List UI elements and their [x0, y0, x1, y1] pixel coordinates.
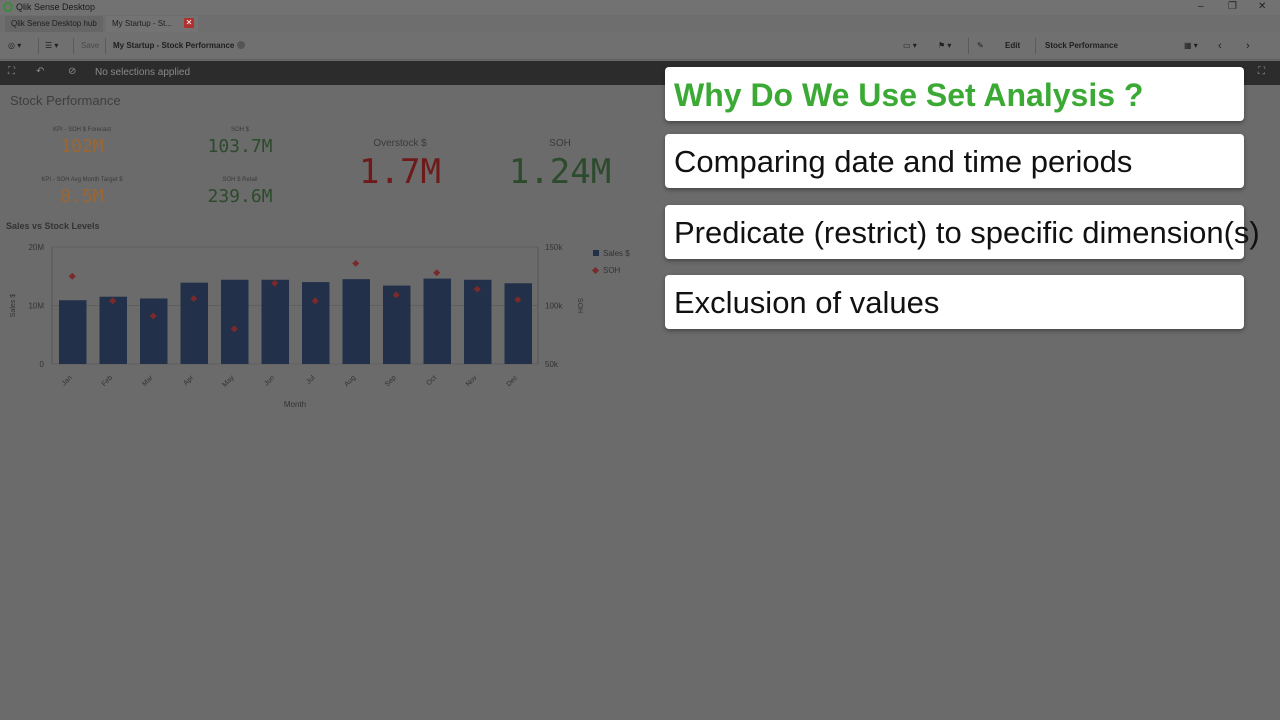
fullscreen-icon[interactable]: ⛶: [1258, 66, 1265, 77]
tab-label: Qlik Sense Desktop hub: [11, 19, 97, 28]
x-tick-label: Jan: [61, 374, 74, 387]
y-axis-title: Sales $: [10, 294, 17, 317]
tab-label: My Startup - St...: [112, 19, 173, 28]
tab-bar: Qlik Sense Desktop hub My Startup - St..…: [0, 15, 1280, 32]
minimize-icon[interactable]: –: [1198, 1, 1204, 12]
sheet-name: Stock Performance: [1045, 41, 1118, 50]
kpi-value[interactable]: 102M: [32, 136, 132, 157]
window-title: Qlik Sense Desktop: [16, 2, 96, 12]
x-tick-label: Dec: [505, 374, 519, 388]
previous-sheet-icon[interactable]: ‹: [1218, 39, 1222, 53]
x-tick-label: Nov: [465, 374, 479, 388]
overlay-point-card: Comparing date and time periods: [665, 134, 1244, 188]
x-tick-label: Aug: [343, 374, 357, 388]
next-sheet-icon[interactable]: ›: [1246, 39, 1250, 53]
kpi-value[interactable]: 1.24M: [495, 152, 625, 192]
overlay-heading-card: Why Do We Use Set Analysis ?: [665, 67, 1244, 121]
x-tick-label: May: [221, 374, 236, 389]
global-menu-button[interactable]: ☰ ▾: [45, 39, 58, 53]
legend-label-sales: Sales $: [603, 249, 630, 258]
bar-sales: [221, 279, 249, 364]
tab-hub[interactable]: Qlik Sense Desktop hub: [5, 16, 103, 32]
sheet-title: Stock Performance: [10, 93, 121, 108]
x-tick-label: Feb: [101, 374, 115, 388]
y-tick-label: 10M: [28, 302, 44, 311]
bar-sales: [342, 279, 370, 364]
kpi-value[interactable]: 239.6M: [190, 186, 290, 207]
bar-sales: [504, 283, 532, 364]
x-tick-label: Jun: [263, 374, 276, 387]
x-tick-label: Jul: [305, 374, 317, 386]
overlay-point: Exclusion of values: [674, 285, 940, 320]
kpi-value[interactable]: 103.7M: [190, 136, 290, 157]
selection-status: No selections applied: [95, 67, 191, 78]
divider: [38, 38, 39, 54]
step-back-icon[interactable]: ↶: [36, 66, 44, 77]
overlay-point-card: Predicate (restrict) to specific dimensi…: [665, 205, 1260, 259]
overlay-point-card: Exclusion of values: [665, 275, 1244, 329]
soh-marker: [68, 272, 76, 280]
bar-sales: [59, 300, 87, 364]
x-tick-label: Mar: [141, 374, 155, 388]
kpi-label: SOH $ Retail: [222, 177, 258, 183]
clear-selections-icon[interactable]: ⊘: [68, 66, 76, 77]
navigation-menu-button[interactable]: ◎ ▾: [8, 39, 21, 53]
status-dot-icon: [237, 41, 246, 49]
soh-marker: [352, 259, 360, 267]
divider: [73, 38, 74, 54]
legend-label-soh: SOH: [603, 266, 621, 275]
pencil-icon[interactable]: ✎: [977, 39, 984, 53]
save-button[interactable]: Save: [81, 39, 99, 53]
bar-sales: [302, 282, 330, 364]
kpi-value[interactable]: 8.5M: [32, 186, 132, 207]
sheets-button[interactable]: ▦ ▾: [1184, 39, 1198, 53]
y-tick-label: 20M: [28, 243, 44, 252]
bar-sales: [261, 279, 289, 364]
app-title: My Startup - Stock Performance: [113, 39, 246, 53]
chart-title: Sales vs Stock Levels: [6, 221, 100, 231]
bar-sales: [423, 278, 451, 364]
overlay-point: Predicate (restrict) to specific dimensi…: [674, 215, 1260, 250]
sales-vs-stock-chart[interactable]: 0 10M 20M 50k 100k 150k Jan Feb Mar Apr May Jun Jul A…: [0, 235, 640, 415]
app-title-text: My Startup - Stock Performance: [113, 41, 235, 50]
legend-swatch-soh: [591, 266, 600, 275]
soh-marker: [433, 269, 441, 277]
tab-app[interactable]: My Startup - St... ✕: [106, 16, 198, 32]
x-tick-label: Apr: [183, 374, 196, 387]
bar-sales: [99, 296, 127, 364]
x-tick-label: Sep: [384, 374, 398, 388]
overlay-heading: Why Do We Use Set Analysis ?: [674, 77, 1144, 113]
overlay-point: Comparing date and time periods: [674, 144, 1133, 179]
bookmark-button[interactable]: ⚑ ▾: [938, 39, 951, 53]
kpi-label: Overstock $: [373, 138, 427, 149]
kpi-label: SOH $: [230, 127, 249, 133]
kpi-value[interactable]: 1.7M: [340, 152, 460, 192]
x-axis-title: Month: [284, 400, 306, 409]
divider: [968, 38, 969, 54]
toolbar: ◎ ▾ ☰ ▾ Save My Startup - Stock Performa…: [0, 32, 1280, 60]
divider: [1035, 38, 1036, 54]
y2-tick-label: 150k: [545, 243, 563, 252]
selections-tool-icon[interactable]: ⛶: [8, 66, 15, 77]
bar-sales: [140, 298, 168, 364]
close-window-icon[interactable]: ✕: [1258, 1, 1266, 12]
kpi-label: KPI - SOH Avg Month Target $: [41, 177, 123, 183]
bar-sales: [180, 282, 208, 364]
legend-swatch-sales: [593, 250, 599, 256]
x-tick-label: Oct: [426, 374, 439, 387]
edit-button[interactable]: Edit: [1005, 39, 1020, 53]
close-tab-icon[interactable]: ✕: [184, 18, 194, 28]
restore-icon[interactable]: ❐: [1228, 1, 1237, 12]
present-button[interactable]: ▭ ▾: [903, 39, 917, 53]
y2-axis-title: SOH: [576, 298, 583, 313]
kpi-label: SOH: [549, 138, 571, 149]
kpi-label: KPI - SOH $ Forecast: [52, 127, 112, 133]
y-tick-label: 0: [40, 360, 45, 369]
y2-tick-label: 100k: [545, 302, 563, 311]
window-title-bar: Qlik Sense Desktop – ❐ ✕: [0, 0, 1280, 15]
y2-tick-label: 50k: [545, 360, 559, 369]
qlik-logo-icon: [3, 2, 13, 12]
divider: [105, 38, 106, 54]
bar-sales: [464, 279, 492, 364]
